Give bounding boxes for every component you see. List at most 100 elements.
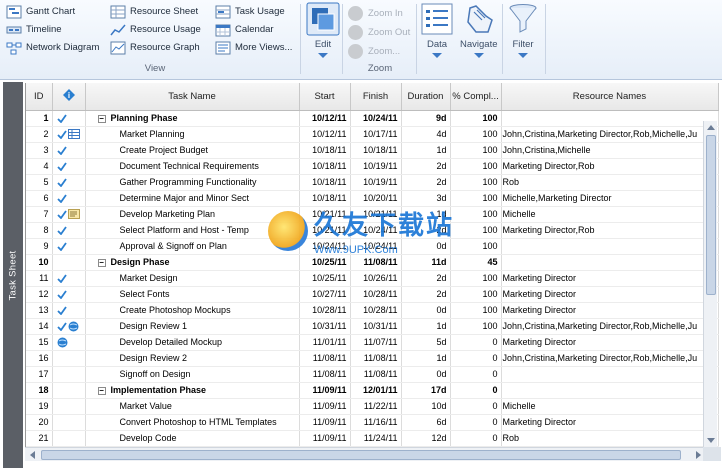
cell-duration[interactable]: 1d (401, 350, 451, 367)
cell-percent-complete[interactable]: 100 (450, 126, 502, 143)
cell-id[interactable]: 13 (26, 302, 53, 319)
task-row[interactable]: 15 Develop Detailed Mockup 11/01/11 11/07/1… (26, 334, 719, 351)
cell-duration[interactable]: 6d (401, 414, 451, 431)
cell-duration[interactable]: 0d (401, 302, 451, 319)
cell-resource-names[interactable] (501, 110, 719, 127)
task-row[interactable]: 6 Determine Major and Minor Sect 10/18/11 1… (26, 190, 719, 207)
horizontal-scrollbar[interactable] (25, 447, 721, 461)
cell-indicators[interactable] (52, 206, 86, 223)
cell-resource-names[interactable]: Michelle,Marketing Director (501, 190, 719, 207)
cell-id[interactable]: 20 (26, 414, 53, 431)
cell-duration[interactable]: 2d (401, 158, 451, 175)
cell-indicators[interactable] (52, 190, 86, 207)
task-row[interactable]: 4 Document Technical Requirements 10/18/11… (26, 158, 719, 175)
cell-indicators[interactable] (52, 414, 86, 431)
cell-start[interactable]: 11/09/11 (299, 414, 351, 431)
view-resource-graph-button[interactable]: Resource Graph (110, 39, 200, 56)
cell-duration[interactable]: 10d (401, 398, 451, 415)
cell-duration[interactable]: 4d (401, 126, 451, 143)
task-row[interactable]: 12 Select Fonts 10/27/11 10/28/11 2d 100 Marke… (26, 286, 719, 303)
task-row[interactable]: 11 Market Design 10/25/11 10/26/11 2d 100 Mark… (26, 270, 719, 287)
cell-id[interactable]: 3 (26, 142, 53, 159)
task-row[interactable]: 20 Convert Photoshop to HTML Templates 11/… (26, 414, 719, 431)
cell-resource-names[interactable]: Marketing Director (501, 414, 719, 431)
edit-button[interactable]: Edit (306, 2, 340, 58)
cell-duration[interactable]: 3d (401, 190, 451, 207)
task-row[interactable]: 17 Signoff on Design 11/08/11 11/08/11 0d 0 (26, 366, 719, 383)
cell-task-name[interactable]: Market Value (85, 398, 300, 415)
cell-percent-complete[interactable]: 0 (450, 366, 502, 383)
view-resource-sheet-button[interactable]: Resource Sheet (110, 3, 198, 20)
cell-finish[interactable]: 10/26/11 (350, 270, 402, 287)
task-row[interactable]: 2 Market Planning 10/12/11 10/17/11 4d 100 Joh… (26, 126, 719, 143)
cell-resource-names[interactable]: Marketing Director (501, 286, 719, 303)
cell-indicators[interactable] (52, 110, 86, 127)
cell-task-name[interactable]: Select Platform and Host - Temp (85, 222, 300, 239)
cell-task-name[interactable]: Design Review 2 (85, 350, 300, 367)
cell-indicators[interactable] (52, 302, 86, 319)
cell-indicators[interactable] (52, 270, 86, 287)
cell-percent-complete[interactable]: 100 (450, 222, 502, 239)
cell-start[interactable]: 11/08/11 (299, 350, 351, 367)
cell-finish[interactable]: 11/16/11 (350, 414, 402, 431)
cell-start[interactable]: 10/31/11 (299, 318, 351, 335)
cell-resource-names[interactable]: Marketing Director,Rob (501, 222, 719, 239)
cell-id[interactable]: 8 (26, 222, 53, 239)
cell-start[interactable]: 11/01/11 (299, 334, 351, 351)
cell-start[interactable]: 10/18/11 (299, 142, 351, 159)
cell-start[interactable]: 10/18/11 (299, 190, 351, 207)
cell-percent-complete[interactable]: 100 (450, 190, 502, 207)
cell-id[interactable]: 9 (26, 238, 53, 255)
col-header-duration[interactable]: Duration (401, 83, 451, 111)
cell-start[interactable]: 10/18/11 (299, 158, 351, 175)
view-timeline-button[interactable]: Timeline (6, 21, 62, 38)
cell-start[interactable]: 11/09/11 (299, 430, 351, 447)
cell-percent-complete[interactable]: 100 (450, 302, 502, 319)
col-header-finish[interactable]: Finish (350, 83, 402, 111)
cell-finish[interactable]: 10/24/11 (350, 110, 402, 127)
cell-indicators[interactable] (52, 254, 86, 271)
task-row[interactable]: 5 Gather Programming Functionality 10/18/1… (26, 174, 719, 191)
cell-finish[interactable]: 12/01/11 (350, 382, 402, 399)
cell-resource-names[interactable] (501, 366, 719, 383)
cell-id[interactable]: 15 (26, 334, 53, 351)
cell-id[interactable]: 11 (26, 270, 53, 287)
cell-finish[interactable]: 11/07/11 (350, 334, 402, 351)
cell-id[interactable]: 2 (26, 126, 53, 143)
cell-duration[interactable]: 12d (401, 430, 451, 447)
cell-task-name[interactable]: Create Photoshop Mockups (85, 302, 300, 319)
cell-resource-names[interactable]: Michelle (501, 398, 719, 415)
cell-indicators[interactable] (52, 382, 86, 399)
collapse-toggle-icon[interactable]: − (97, 258, 106, 267)
cell-percent-complete[interactable]: 100 (450, 318, 502, 335)
cell-finish[interactable]: 10/19/11 (350, 158, 402, 175)
view-gantt-chart-button[interactable]: Gantt Chart (6, 3, 75, 20)
col-header-start[interactable]: Start (299, 83, 351, 111)
cell-finish[interactable]: 11/08/11 (350, 366, 402, 383)
cell-task-name[interactable]: Determine Major and Minor Sect (85, 190, 300, 207)
task-row[interactable]: 19 Market Value 11/09/11 11/22/11 10d 0 Michel… (26, 398, 719, 415)
cell-finish[interactable]: 10/17/11 (350, 126, 402, 143)
cell-duration[interactable]: 2d (401, 286, 451, 303)
cell-id[interactable]: 17 (26, 366, 53, 383)
cell-indicators[interactable] (52, 158, 86, 175)
cell-resource-names[interactable] (501, 382, 719, 399)
cell-resource-names[interactable]: Marketing Director (501, 302, 719, 319)
cell-id[interactable]: 19 (26, 398, 53, 415)
cell-duration[interactable]: 0d (401, 366, 451, 383)
scroll-right-icon[interactable] (696, 451, 701, 459)
cell-finish[interactable]: 10/20/11 (350, 190, 402, 207)
task-row[interactable]: 13 Create Photoshop Mockups 10/28/11 10/28/… (26, 302, 719, 319)
cell-task-name[interactable]: − Planning Phase (85, 110, 300, 127)
cell-finish[interactable]: 10/28/11 (350, 286, 402, 303)
view-calendar-button[interactable]: Calendar (215, 21, 274, 38)
cell-indicators[interactable] (52, 366, 86, 383)
cell-indicators[interactable] (52, 286, 86, 303)
cell-percent-complete[interactable]: 0 (450, 398, 502, 415)
cell-indicators[interactable] (52, 222, 86, 239)
cell-resource-names[interactable]: Michelle (501, 206, 719, 223)
cell-duration[interactable]: 1d (401, 142, 451, 159)
cell-id[interactable]: 10 (26, 254, 53, 271)
cell-task-name[interactable]: Develop Marketing Plan (85, 206, 300, 223)
cell-indicators[interactable] (52, 238, 86, 255)
